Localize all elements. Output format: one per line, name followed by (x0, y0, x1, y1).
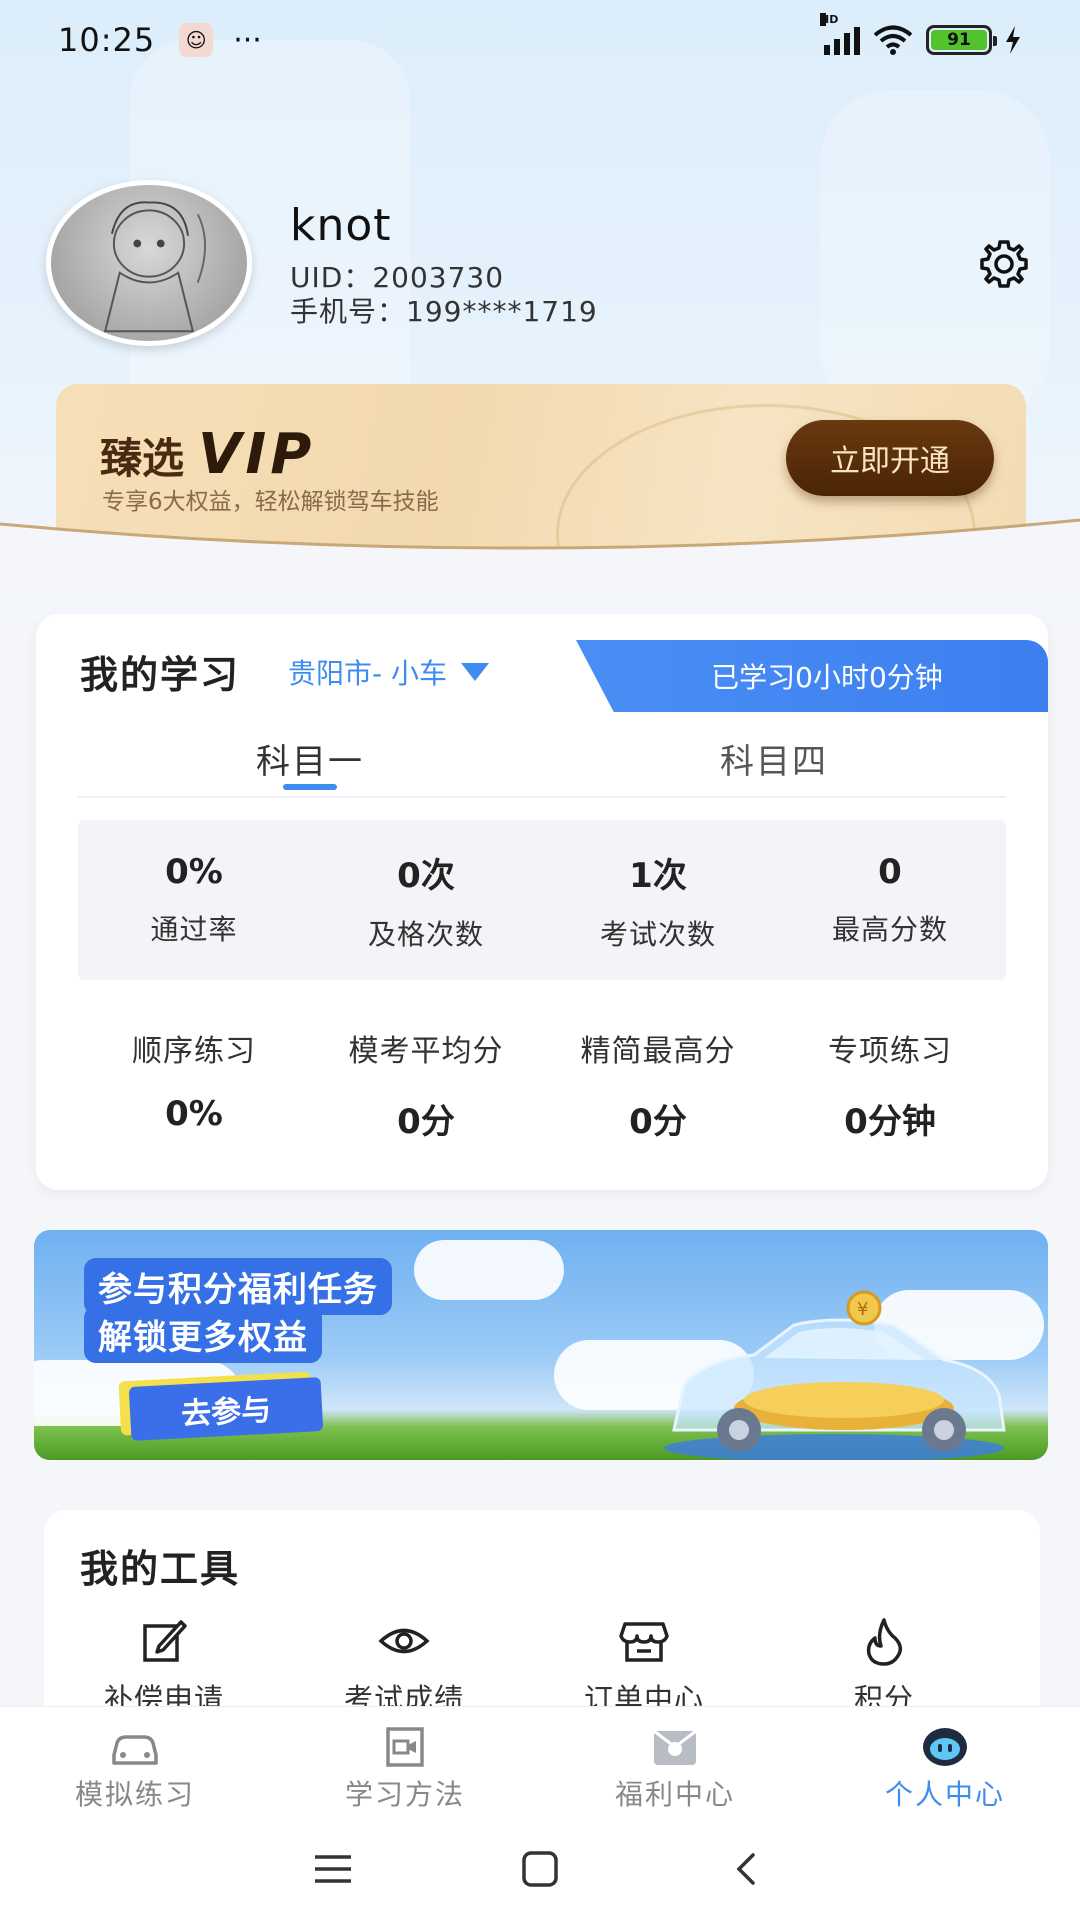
metric-concise-highest[interactable]: 精简最高分 0分 (542, 1026, 774, 1156)
home-icon[interactable] (516, 1849, 564, 1889)
avatar-sketch-icon (103, 201, 206, 333)
points-task-banner[interactable]: 参与积分福利任务 解锁更多权益 去参与 ¥ (34, 1230, 1048, 1460)
avatar[interactable] (46, 180, 252, 346)
tool-compensation-request[interactable]: 补偿申请 (44, 1614, 284, 1718)
active-tab-indicator (283, 784, 337, 790)
practice-metrics: 顺序练习 0% 模考平均分 0分 精简最高分 0分 专项练习 0分钟 (78, 1026, 1006, 1156)
coin-yuan-label: ¥ (857, 1299, 868, 1320)
battery-level: 91 (931, 30, 987, 50)
edit-icon (143, 1620, 187, 1662)
city-vehicle-selector[interactable]: 贵阳市- 小车 (288, 652, 490, 692)
tab-label: 科目一 (256, 742, 364, 782)
stat-label: 最高分数 (831, 913, 948, 946)
my-study-card: 我的学习 贵阳市- 小车 已学习0小时0分钟 科目一 科目四 0% 通过率 0次… (36, 614, 1048, 1190)
charging-icon (1006, 26, 1020, 54)
store-icon (619, 1622, 669, 1662)
tool-exam-scores[interactable]: 考试成绩 (284, 1614, 524, 1718)
tool-points[interactable]: 积分 (764, 1614, 1004, 1718)
city-vehicle-label: 贵阳市- 小车 (288, 657, 448, 690)
vip-title-prefix: 臻选 (100, 434, 185, 483)
tab-subject-four[interactable]: 科目四 (542, 726, 1006, 796)
gift-icon (653, 1729, 697, 1765)
vip-subtitle: 专享6大权益，轻松解锁驾车技能 (102, 489, 439, 515)
tab-label: 科目四 (720, 742, 828, 782)
metric-label: 顺序练习 (132, 1034, 256, 1069)
stat-highest-score: 0 最高分数 (774, 820, 1006, 980)
metric-label: 专项练习 (828, 1034, 952, 1069)
system-navigation-bar (0, 1818, 1080, 1920)
stat-pass-rate: 0% 通过率 (78, 820, 310, 980)
nav-personal-center[interactable]: 个人中心 (810, 1707, 1080, 1818)
nav-label: 个人中心 (884, 1778, 1005, 1811)
flame-icon (866, 1618, 903, 1666)
stat-label: 及格次数 (367, 917, 484, 951)
join-task-button[interactable]: 去参与 (128, 1377, 324, 1441)
nav-label: 学习方法 (344, 1778, 465, 1811)
vip-title: 臻选 VIP (100, 422, 315, 487)
back-icon[interactable] (723, 1849, 771, 1889)
notification-avatar-icon: ☺ (179, 23, 214, 57)
exam-stats-panel: 0% 通过率 0次 及格次数 1次 考试次数 0 最高分数 (78, 820, 1006, 980)
metric-value: 0分 (629, 1102, 687, 1142)
nav-welfare-center[interactable]: 福利中心 (540, 1707, 810, 1818)
metric-special-practice[interactable]: 专项练习 0分钟 (774, 1026, 1006, 1156)
subject-tabs: 科目一 科目四 (78, 726, 1006, 798)
menu-icon[interactable] (309, 1849, 357, 1889)
metric-value: 0分 (397, 1102, 455, 1142)
metric-label: 精简最高分 (580, 1034, 736, 1069)
tool-order-center[interactable]: 订单中心 (524, 1614, 764, 1718)
video-icon (386, 1727, 424, 1767)
stat-value: 0% (165, 852, 223, 892)
stat-value: 1次 (629, 855, 687, 896)
stat-value: 0 (878, 852, 902, 892)
metric-value: 0% (165, 1094, 223, 1134)
stat-label: 通过率 (150, 913, 238, 946)
bottom-tab-bar: 模拟练习 学习方法 福利中心 个人中心 (0, 1706, 1080, 1818)
header-wave-divider (0, 518, 1080, 594)
tools-row: 补偿申请 考试成绩 订单中心 积分 (44, 1614, 1040, 1718)
dropdown-triangle-icon (461, 663, 490, 681)
tab-subject-one[interactable]: 科目一 (78, 726, 542, 796)
signal-icon: HD (820, 13, 860, 55)
status-bar: 10:25 ☺ ··· HD 91 (0, 0, 1080, 80)
study-time-banner: 已学习0小时0分钟 (576, 640, 1048, 712)
activate-vip-button[interactable]: 立即开通 (786, 420, 994, 496)
nav-study-methods[interactable]: 学习方法 (270, 1707, 540, 1818)
metric-sequential-practice[interactable]: 顺序练习 0% (78, 1026, 310, 1156)
promo-line-2: 解锁更多权益 (84, 1306, 322, 1363)
nav-label: 模拟练习 (74, 1778, 195, 1811)
nav-mock-practice[interactable]: 模拟练习 (0, 1707, 270, 1818)
robot-icon (923, 1728, 967, 1766)
metric-value: 0分钟 (844, 1102, 936, 1142)
network-type-label: HD (820, 13, 839, 26)
more-notifications-icon: ··· (233, 22, 262, 58)
my-tools-title: 我的工具 (80, 1547, 241, 1591)
stat-label: 考试次数 (599, 917, 716, 951)
my-study-title: 我的学习 (80, 653, 241, 697)
nav-label: 福利中心 (614, 1778, 735, 1811)
stat-value: 0次 (397, 855, 455, 896)
wifi-icon (873, 25, 913, 55)
gear-icon[interactable] (976, 236, 1032, 292)
clock: 10:25 (58, 21, 156, 59)
cloud-decoration (414, 1240, 564, 1300)
eye-icon (378, 1628, 430, 1654)
metric-mock-average[interactable]: 模考平均分 0分 (310, 1026, 542, 1156)
vip-title-word: VIP (198, 422, 316, 487)
username: knot (290, 200, 392, 251)
coin-car-illustration: ¥ (664, 1290, 1006, 1460)
phone-number: 手机号：199****1719 (290, 295, 598, 328)
metric-label: 模考平均分 (348, 1034, 504, 1069)
battery-icon: 91 (926, 25, 997, 55)
car-icon (112, 1735, 158, 1765)
stat-exam-count: 1次 考试次数 (542, 820, 774, 980)
stat-pass-count: 0次 及格次数 (310, 820, 542, 980)
